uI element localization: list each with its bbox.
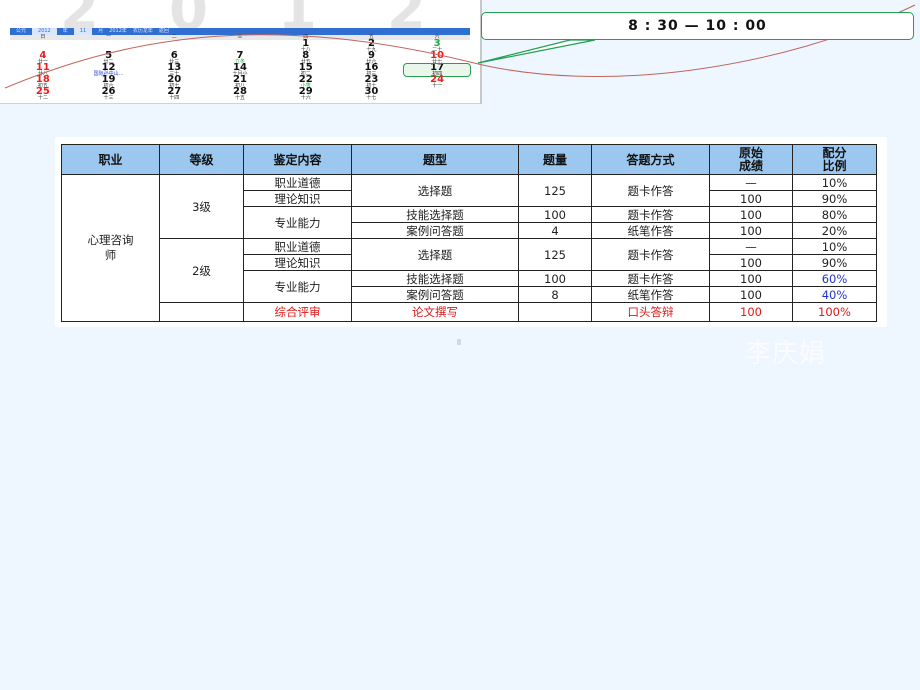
calendar-day[interactable]: 26 十三 <box>76 87 142 101</box>
raw-score: 100 <box>709 222 793 239</box>
raw-score: 100 <box>709 302 793 322</box>
weight: 10% <box>792 238 877 255</box>
calendar-lunar-date: 十二 <box>37 95 48 101</box>
question-type-choice: 选择题 <box>351 238 519 271</box>
content-ethics: 职业道德 <box>243 238 352 255</box>
answer-method: 纸笔作答 <box>591 222 710 239</box>
weight: 90% <box>792 254 877 271</box>
question-type-skill-choice: 技能选择题 <box>351 270 519 287</box>
header-raw-score: 原始成绩 <box>709 144 793 175</box>
header-occupation: 职业 <box>61 144 160 175</box>
header-content: 鉴定内容 <box>243 144 352 175</box>
question-count: 125 <box>518 174 592 207</box>
calendar-lunar-date: 十四 <box>169 95 180 101</box>
occupation-text: 心理咨询师 <box>87 233 134 262</box>
author-watermark: 李庆娟 <box>745 339 827 369</box>
weight: 20% <box>792 222 877 239</box>
answer-method: 题卡作答 <box>591 270 710 287</box>
question-count: 100 <box>518 206 592 223</box>
weight: 40% <box>792 286 877 303</box>
bullet-marker <box>457 339 461 345</box>
header-weight-text: 配分比例 <box>822 145 847 173</box>
raw-score: 100 <box>709 206 793 223</box>
calendar-lunar-date: 十七 <box>366 95 377 101</box>
answer-method: 题卡作答 <box>591 206 710 223</box>
question-count: 4 <box>518 222 592 239</box>
header-raw-score-text: 原始成绩 <box>738 145 763 173</box>
calendar-return-button[interactable]: 返回 <box>159 28 169 35</box>
question-type-case: 案例问答题 <box>351 286 519 303</box>
question-count <box>518 302 592 322</box>
raw-score: 100 <box>709 254 793 271</box>
calendar-toolbar-item: 月 <box>98 28 104 34</box>
calendar-toolbar-item: 农历龙年 <box>132 28 153 34</box>
raw-score: — <box>709 238 793 255</box>
calendar-toolbar-item: 2012年 <box>109 28 127 34</box>
calendar-toolbar-item: 年 <box>62 28 68 34</box>
header-question-count: 题量 <box>518 144 592 175</box>
answer-method: 纸笔作答 <box>591 286 710 303</box>
question-type-case: 案例问答题 <box>351 222 519 239</box>
raw-score: — <box>709 174 793 191</box>
exam-structure-table: 职业 等级 鉴定内容 题型 题量 答题方式 原始成绩 配分比例 心理咨询师 3级… <box>61 144 877 322</box>
calendar-day[interactable]: 27 十四 <box>141 87 207 101</box>
header-level: 等级 <box>159 144 244 175</box>
level2-review-level <box>159 302 244 322</box>
answer-method: 题卡作答 <box>591 238 710 271</box>
question-count: 125 <box>518 238 592 271</box>
calendar-lunar-date: 十六 <box>300 95 311 101</box>
calendar-lunar-date: 十五 <box>234 95 245 101</box>
question-type-choice: 选择题 <box>351 174 519 207</box>
occupation-cell: 心理咨询师 <box>61 174 160 322</box>
calendar-day[interactable]: 30 十七 <box>339 87 405 101</box>
table-row: 综合评审 论文撰写 口头答辩 100 100% <box>62 302 877 322</box>
question-type-skill-choice: 技能选择题 <box>351 206 519 223</box>
raw-score: 100 <box>709 270 793 287</box>
calendar-month-select[interactable]: 11 <box>73 28 93 35</box>
calendar-day[interactable]: 25 十二 <box>10 87 76 101</box>
question-type-review: 论文撰写 <box>351 302 519 322</box>
content-skill: 专业能力 <box>243 206 352 239</box>
weight: 90% <box>792 190 877 207</box>
table-row: 2级 职业道德 选择题 125 题卡作答 — 10% <box>62 238 877 303</box>
calendar-day[interactable]: 28 十五 <box>207 87 273 101</box>
content-review: 综合评审 <box>243 302 352 322</box>
content-ethics: 职业道德 <box>243 174 352 191</box>
level2-cell: 2级 <box>159 238 244 303</box>
level3-cell: 3级 <box>159 174 244 239</box>
table-row: 心理咨询师 3级 职业道德 选择题 125 题卡作答 — 10% <box>61 174 877 322</box>
calendar-toolbar-item: 公元 <box>16 28 27 34</box>
raw-score: 100 <box>709 286 793 303</box>
time-range-text: 8 : 30 — 10 : 00 <box>628 18 767 34</box>
question-count: 100 <box>518 270 592 287</box>
content-theory: 理论知识 <box>243 190 352 207</box>
weight: 80% <box>792 206 877 223</box>
header-answer-method: 答题方式 <box>591 144 710 175</box>
calendar-day <box>404 88 470 100</box>
weight: 100% <box>792 302 877 322</box>
weight: 60% <box>792 270 877 287</box>
header-weight: 配分比例 <box>792 144 877 175</box>
raw-score: 100 <box>709 190 793 207</box>
time-callout: 8 : 30 — 10 : 00 <box>481 12 914 40</box>
calendar-day[interactable]: 29 十六 <box>273 87 339 101</box>
header-question-type: 题型 <box>351 144 519 175</box>
calendar-day[interactable]: 24 十一 <box>404 75 470 89</box>
callout-pointer <box>477 39 596 64</box>
calendar-day-grid: 1 十八 2 十九 3 二十 4 廿一 5 廿二 6 廿三 7 立冬 8 廿五 9 廿六 10 廿七 11 廿八 12 国际孙… <box>10 39 471 102</box>
weight: 10% <box>792 174 877 191</box>
answer-method: 题卡作答 <box>591 174 710 207</box>
calendar-image: 2012 公元 2012 年 11 月 2012年 农历龙年 返回 日 一 二 … <box>0 0 482 104</box>
answer-method: 口头答辩 <box>591 302 710 322</box>
calendar-lunar-date: 十三 <box>103 95 114 101</box>
content-skill: 专业能力 <box>243 270 352 303</box>
content-theory: 理论知识 <box>243 254 352 271</box>
table-header-row: 职业 等级 鉴定内容 题型 题量 答题方式 原始成绩 配分比例 <box>61 144 877 175</box>
question-count: 8 <box>518 286 592 303</box>
